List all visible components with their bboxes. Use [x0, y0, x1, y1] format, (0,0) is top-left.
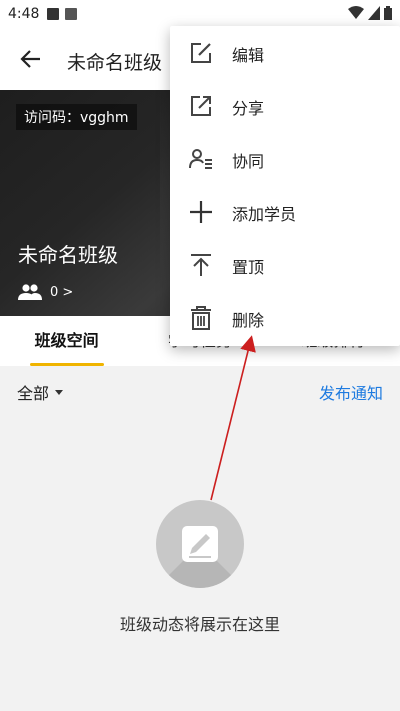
menu-item-label: 置顶 — [232, 258, 265, 277]
menu-item-add-student[interactable]: 添加学员 — [170, 185, 400, 238]
menu-item-label: 编辑 — [232, 46, 265, 65]
member-count-button[interactable]: 0 > — [18, 284, 73, 300]
image-notification-icon — [47, 8, 60, 20]
menu-item-edit[interactable]: 编辑 — [170, 26, 400, 79]
overflow-menu: 编辑 分享 协同 添加学员 置顶 删除 — [170, 26, 400, 346]
filter-row: 全部 发布通知 — [0, 366, 400, 414]
menu-item-pin-top[interactable]: 置顶 — [170, 238, 400, 291]
filter-dropdown[interactable]: 全部 — [17, 380, 64, 404]
status-time: 4:48 — [8, 6, 40, 22]
publish-notice-link[interactable]: 发布通知 — [319, 380, 383, 404]
note-edit-icon — [182, 526, 218, 562]
menu-item-collaborate[interactable]: 协同 — [170, 132, 400, 185]
collaborate-icon — [189, 149, 212, 169]
signal-icon — [368, 6, 380, 20]
menu-item-delete[interactable]: 删除 — [170, 291, 400, 344]
menu-item-label: 协同 — [232, 152, 265, 171]
filter-selected-value: 全部 — [17, 384, 50, 403]
menu-item-label: 分享 — [232, 99, 265, 118]
menu-item-label: 添加学员 — [232, 205, 297, 224]
class-name: 未命名班级 — [18, 243, 118, 267]
tab-class-space[interactable]: 班级空间 — [0, 316, 133, 366]
back-arrow-icon[interactable] — [18, 46, 44, 72]
wifi-icon — [348, 6, 364, 19]
app-notification-icon — [65, 8, 78, 20]
people-icon — [18, 284, 42, 300]
edit-icon — [191, 43, 211, 63]
caret-down-icon — [55, 389, 64, 395]
plus-icon — [190, 201, 212, 223]
status-bar: 4:48 — [0, 0, 400, 28]
empty-state-edit-icon — [156, 500, 244, 588]
trash-icon — [191, 306, 211, 330]
member-count: 0 > — [50, 284, 74, 300]
battery-icon — [384, 6, 392, 20]
empty-state-text: 班级动态将展示在这里 — [119, 615, 280, 634]
menu-item-share[interactable]: 分享 — [170, 79, 400, 132]
page-title: 未命名班级 — [67, 52, 163, 74]
status-indicators — [348, 6, 392, 20]
menu-item-label: 删除 — [232, 311, 265, 330]
pin-top-icon — [191, 254, 211, 276]
access-code-label: 访问码：vgghm — [16, 104, 137, 130]
share-icon — [191, 96, 211, 116]
